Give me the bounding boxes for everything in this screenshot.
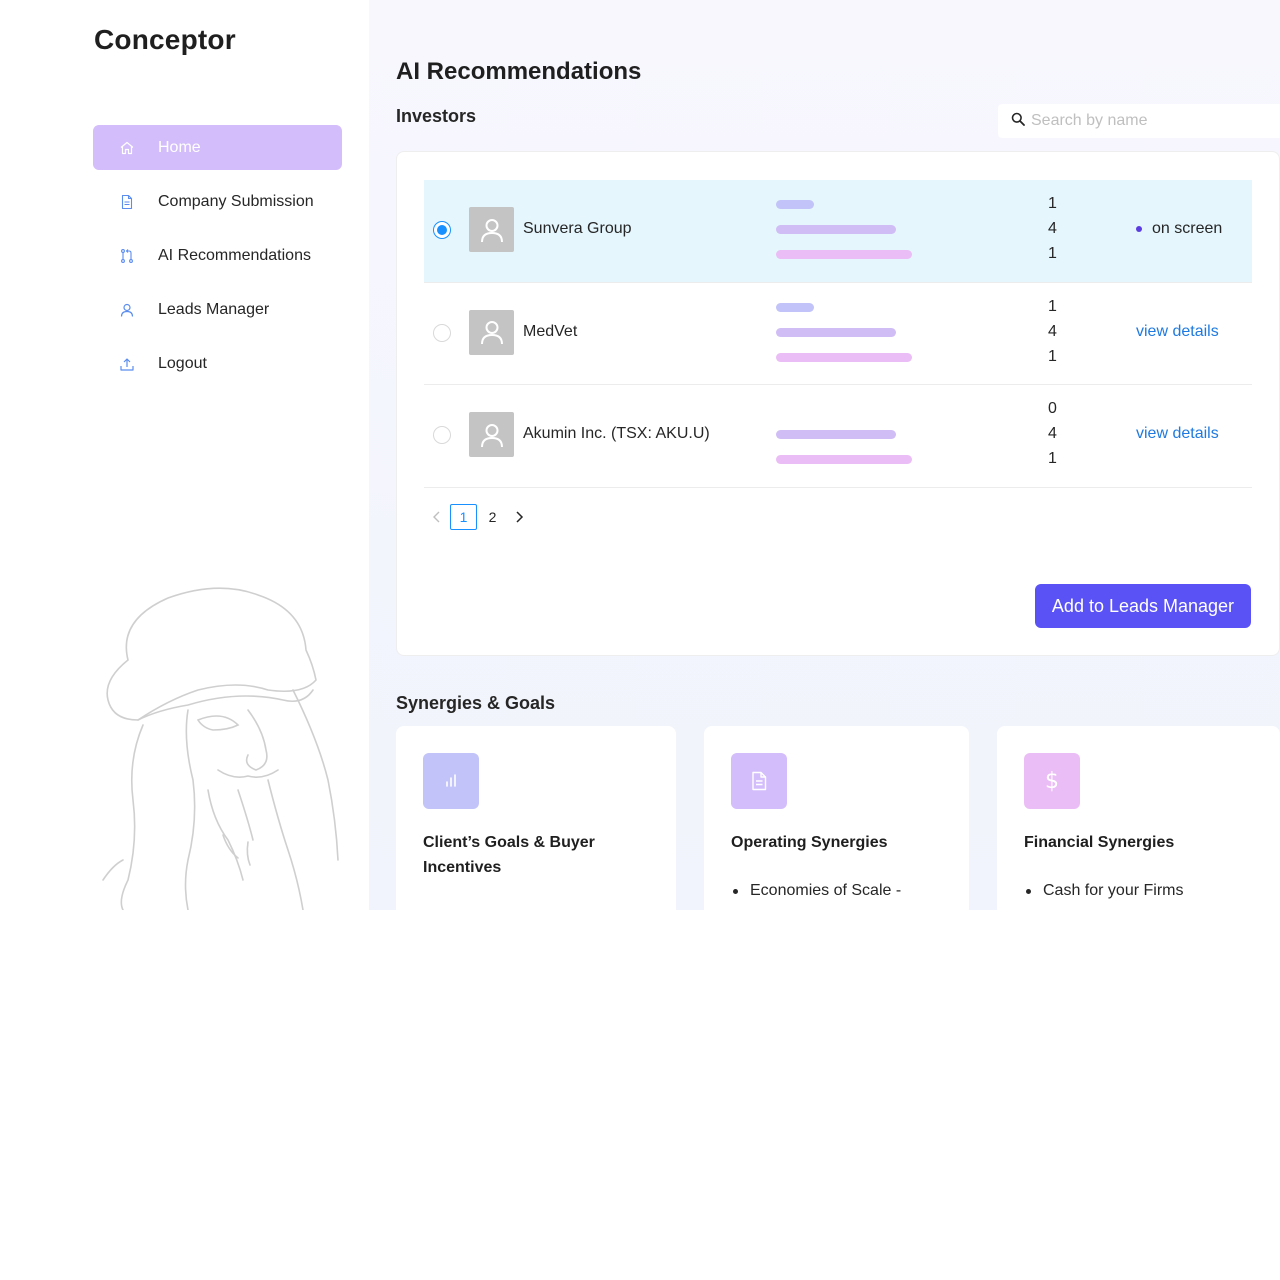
user-placeholder-icon xyxy=(480,423,503,447)
sidebar-item-logout[interactable]: Logout xyxy=(93,341,342,386)
main-content: AI Recommendations Investors Search by n… xyxy=(369,0,1280,910)
synergy-card-goals: Client’s Goals & Buyer Incentives xyxy=(396,726,676,910)
search-placeholder: Search by name xyxy=(1031,112,1148,129)
portrait-sketch-illustration xyxy=(102,587,339,910)
synergy-title-line: Client’s Goals & Buyer xyxy=(423,834,595,851)
synergy-card-title: Operating Synergies xyxy=(731,834,888,851)
app: Conceptor Home Company Submission AI Rec… xyxy=(0,0,1280,910)
view-details-link[interactable]: view details xyxy=(1136,323,1219,341)
row-radio[interactable] xyxy=(433,426,451,444)
brand-logo: Conceptor xyxy=(94,24,236,55)
sidebar-item-label: Home xyxy=(158,138,201,156)
investor-row[interactable]: MedVet 1 4 1 view details xyxy=(424,283,1252,385)
synergy-card-title: Financial Synergies xyxy=(1024,834,1175,851)
investor-row[interactable]: Akumin Inc. (TSX: AKU.U) 0 4 1 view deta… xyxy=(424,385,1252,488)
row-radio[interactable] xyxy=(433,221,451,239)
search-input[interactable]: Search by name xyxy=(998,104,1280,138)
page-title: AI Recommendations xyxy=(396,58,642,85)
score-value: 0 xyxy=(1048,400,1057,417)
score-value: 1 xyxy=(1048,245,1057,262)
avatar xyxy=(469,207,514,252)
page-1-button[interactable]: 1 xyxy=(450,504,477,530)
score-bar xyxy=(776,302,814,312)
user-placeholder-icon xyxy=(480,218,503,242)
sidebar-item-label: AI Recommendations xyxy=(158,246,311,264)
file-icon xyxy=(119,194,135,210)
dollar-glyph: $ xyxy=(1045,768,1059,794)
list-bullet xyxy=(733,888,738,894)
status-dot xyxy=(1136,226,1142,232)
sidebar-item-label: Logout xyxy=(158,354,207,372)
sidebar-item-leads-manager[interactable]: Leads Manager xyxy=(93,287,342,332)
score-value: 1 xyxy=(1048,297,1057,315)
pull-request-icon xyxy=(119,248,135,264)
investor-name: Sunvera Group xyxy=(523,220,632,237)
synergies-title: Synergies & Goals xyxy=(396,693,556,713)
score-bar xyxy=(776,200,814,209)
score-value: 4 xyxy=(1048,220,1057,237)
sidebar-item-company-submission[interactable]: Company Submission xyxy=(93,179,342,224)
status-badge: on screen xyxy=(1136,220,1222,238)
score-bar xyxy=(776,250,912,259)
score-bar xyxy=(776,225,896,234)
row-radio[interactable] xyxy=(433,323,451,342)
investors-list: Sunvera Group 1 4 1 on screen MedVet 1 4… xyxy=(424,180,1252,488)
investors-card: Sunvera Group 1 4 1 on screen MedVet 1 4… xyxy=(396,151,1280,656)
list-bullet xyxy=(1026,888,1031,894)
investors-title: Investors xyxy=(396,106,477,126)
bar-chart-icon xyxy=(423,753,479,809)
upload-icon xyxy=(119,356,135,372)
pagination: 1 2 xyxy=(425,504,531,530)
synergy-title-line: Incentives xyxy=(423,859,502,876)
user-placeholder-icon xyxy=(480,321,503,345)
synergy-item-text: Cash for your Firms xyxy=(1043,882,1184,899)
sidebar-item-label: Company Submission xyxy=(158,192,314,210)
score-value: 1 xyxy=(1048,450,1057,467)
investor-name: MedVet xyxy=(523,322,578,340)
sidebar-item-ai-recommendations[interactable]: AI Recommendations xyxy=(93,233,342,278)
avatar xyxy=(469,412,514,457)
score-value: 4 xyxy=(1048,322,1057,340)
add-to-leads-button[interactable]: Add to Leads Manager xyxy=(1035,584,1251,628)
avatar xyxy=(469,309,514,355)
dollar-icon: $ xyxy=(1024,753,1080,809)
user-icon xyxy=(119,302,135,318)
score-value: 4 xyxy=(1048,425,1057,442)
score-bar xyxy=(776,352,912,362)
score-bar xyxy=(776,455,912,464)
next-page-icon[interactable] xyxy=(507,504,531,530)
synergy-card-operating: Operating Synergies Economies of Scale - xyxy=(704,726,969,910)
page-2-button[interactable]: 2 xyxy=(479,504,506,530)
synergy-card-title: Client’s Goals & Buyer Incentives xyxy=(423,830,595,880)
score-value: 1 xyxy=(1048,195,1057,212)
score-bar xyxy=(776,430,896,439)
prev-page-icon[interactable] xyxy=(425,504,449,530)
status-label: on screen xyxy=(1152,220,1223,237)
document-icon xyxy=(731,753,787,809)
score-value: 1 xyxy=(1048,347,1057,365)
synergy-item-text: Economies of Scale - xyxy=(750,882,902,899)
search-icon xyxy=(1011,112,1025,131)
synergy-list-item: Cash for your Firms xyxy=(1024,882,1183,900)
score-bar xyxy=(776,327,896,337)
synergy-card-financial: $ Financial Synergies Cash for your Firm… xyxy=(997,726,1280,910)
investor-row[interactable]: Sunvera Group 1 4 1 on screen xyxy=(424,180,1252,283)
sidebar-item-home[interactable]: Home xyxy=(93,125,342,170)
sidebar-nav: Home Company Submission AI Recommendatio… xyxy=(93,125,342,395)
investor-name: Akumin Inc. (TSX: AKU.U) xyxy=(523,425,710,442)
sidebar: Conceptor Home Company Submission AI Rec… xyxy=(0,0,369,910)
sidebar-item-label: Leads Manager xyxy=(158,300,270,318)
home-icon xyxy=(119,140,135,156)
synergy-list-item: Economies of Scale - xyxy=(731,882,901,900)
view-details-link[interactable]: view details xyxy=(1136,425,1219,443)
